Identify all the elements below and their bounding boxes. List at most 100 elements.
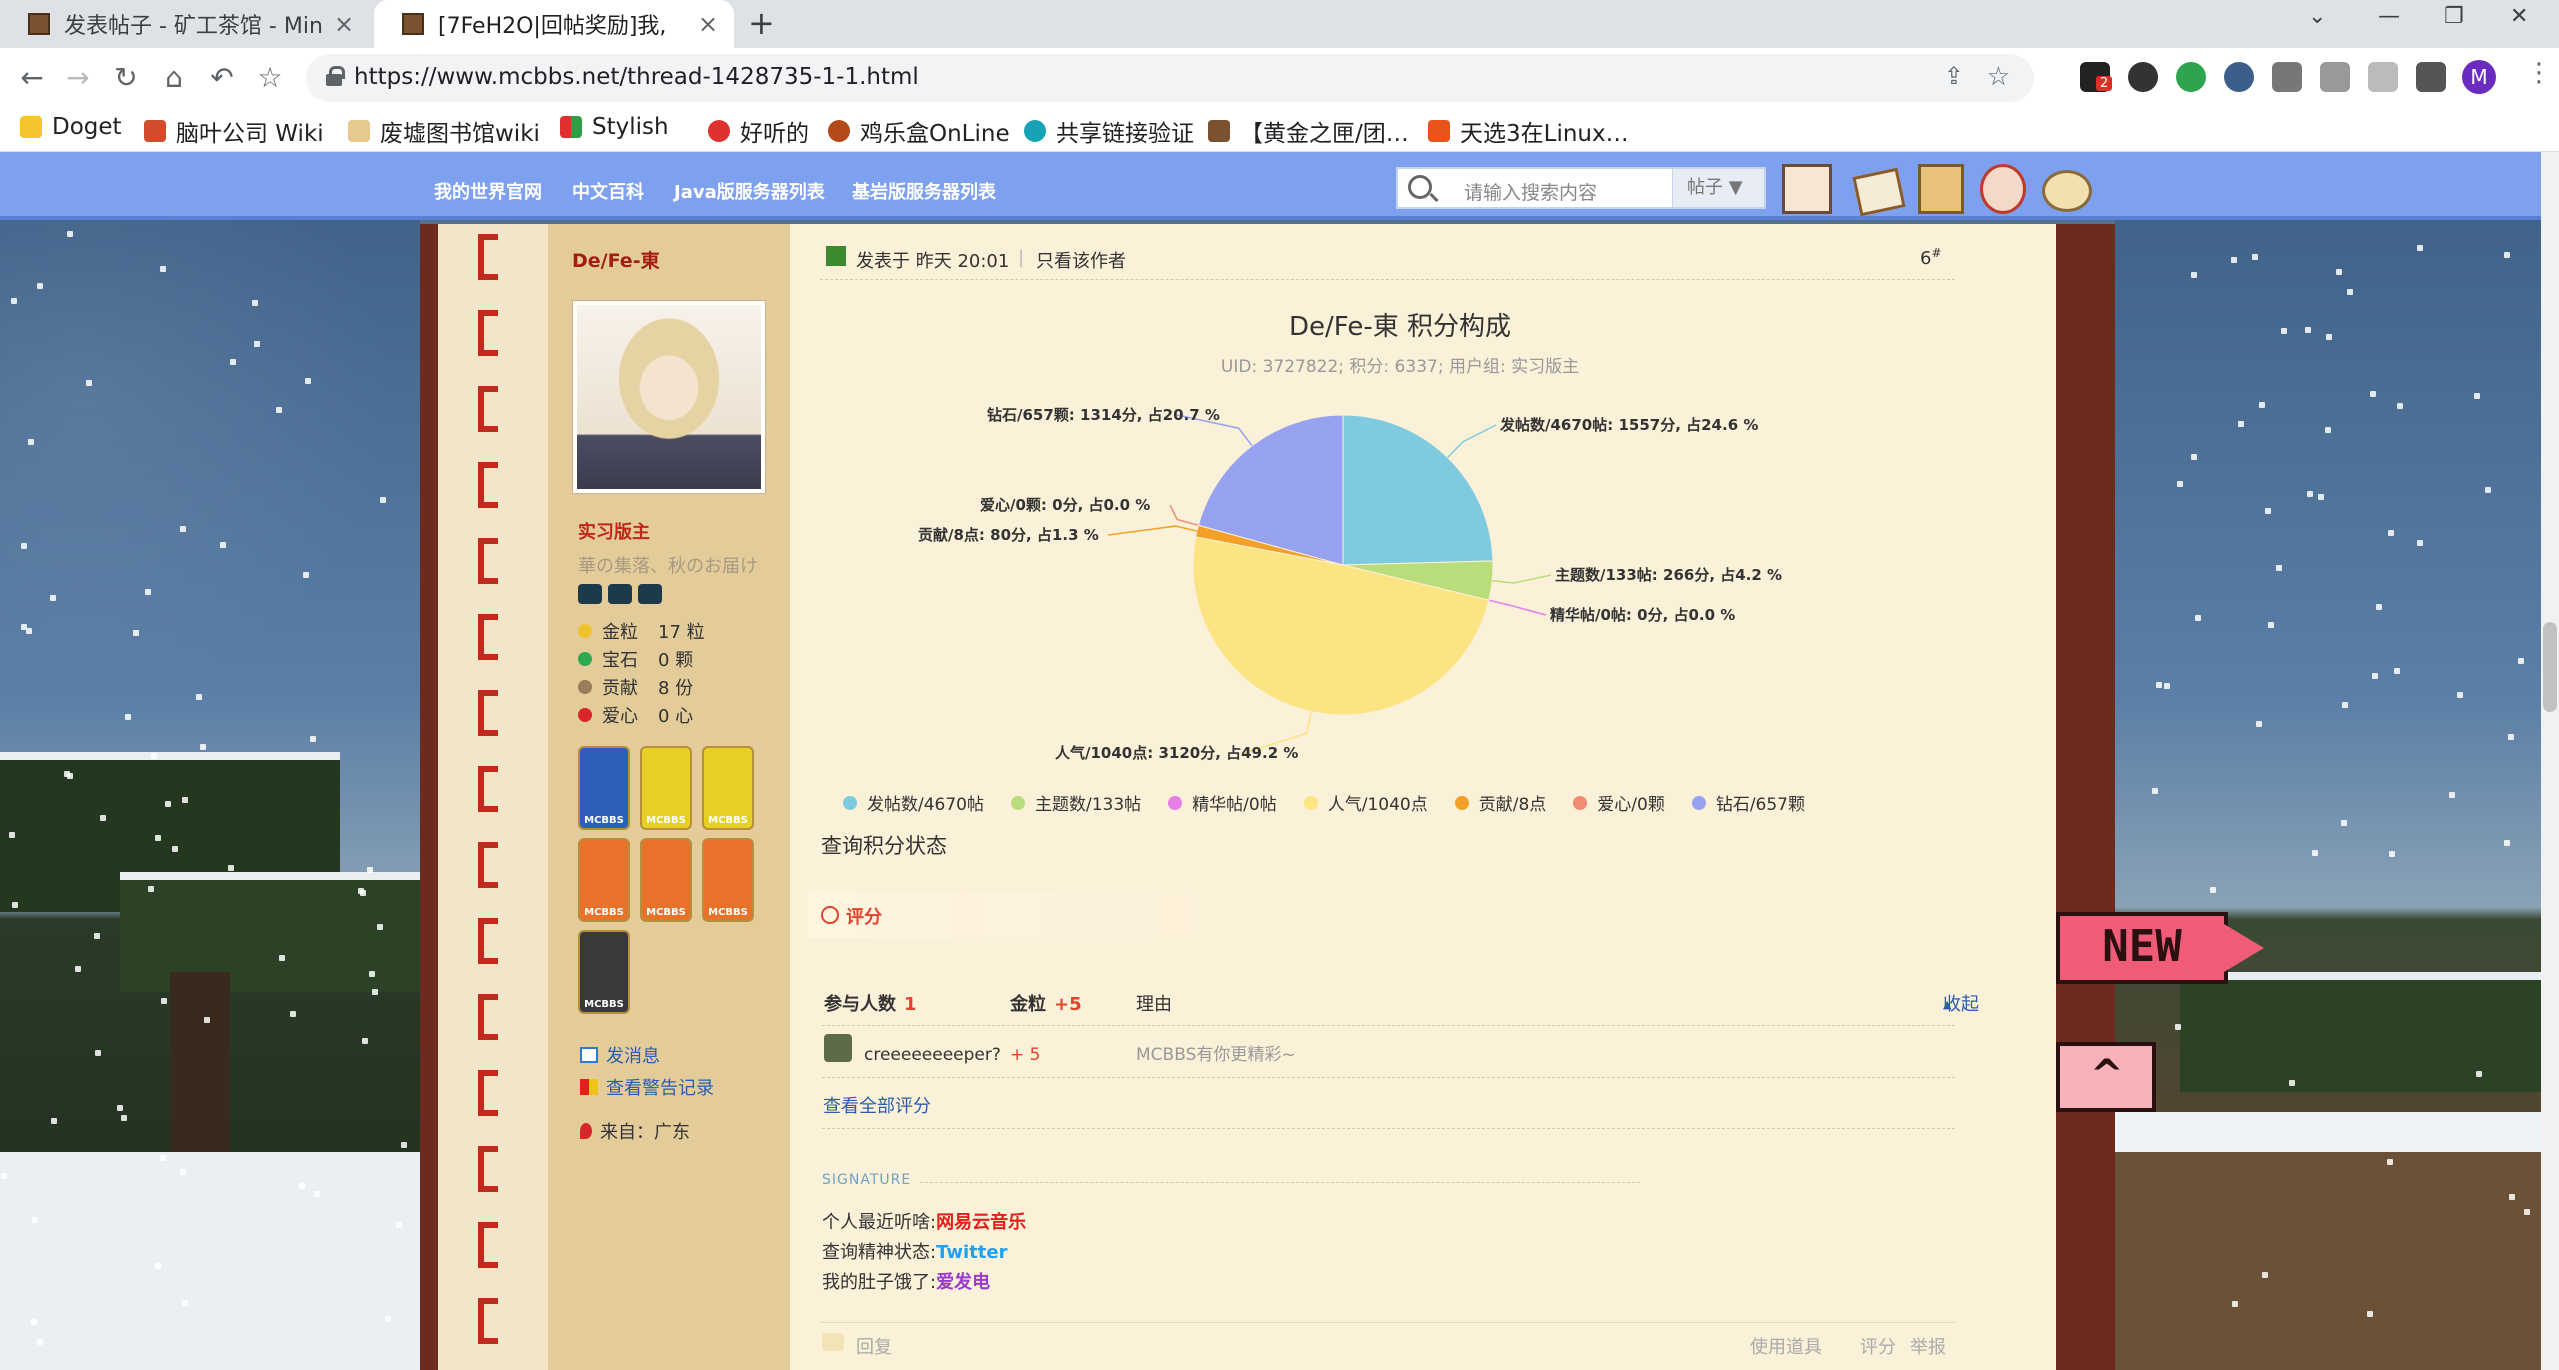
profile-avatar[interactable]: M bbox=[2462, 60, 2496, 94]
share-icon[interactable]: ⇪ bbox=[1944, 62, 1964, 90]
signature-link[interactable]: Twitter bbox=[936, 1242, 1007, 1263]
snowflake bbox=[298, 1183, 305, 1190]
signature-link[interactable]: 网易云音乐 bbox=[936, 1212, 1026, 1233]
close-tab-icon[interactable]: × bbox=[328, 10, 360, 38]
legend-item[interactable]: 钻石/657颗 bbox=[1691, 790, 1805, 815]
rater-name[interactable]: creeeeeeeeper? bbox=[864, 1034, 1001, 1076]
medal-badge[interactable]: MCBBS bbox=[702, 838, 754, 922]
bookmark-item[interactable]: 【黄金之匣/团… bbox=[1208, 114, 1409, 148]
crafting-table-icon[interactable] bbox=[1918, 164, 1964, 214]
close-tab-icon[interactable]: × bbox=[692, 10, 724, 38]
download-icon[interactable] bbox=[2368, 62, 2398, 92]
menu-icon[interactable]: ⋮ bbox=[2526, 58, 2552, 88]
bookmark-item[interactable]: Stylish bbox=[560, 114, 669, 140]
legend-item[interactable]: 主题数/133帖 bbox=[1011, 790, 1141, 815]
floor-number[interactable]: 6# bbox=[1920, 246, 1942, 269]
use-tool-button[interactable]: 使用道具 bbox=[1750, 1333, 1822, 1359]
scrollbar[interactable] bbox=[2541, 152, 2559, 1370]
only-author-link[interactable]: 只看该作者 bbox=[1036, 247, 1126, 273]
snowflake bbox=[2367, 1310, 2374, 1317]
medal-badge[interactable]: MCBBS bbox=[640, 838, 692, 922]
snowflake bbox=[31, 1216, 38, 1223]
crop-icon[interactable] bbox=[2320, 62, 2350, 92]
bookmark-item[interactable]: 鸡乐盒OnLine bbox=[828, 114, 1010, 148]
tab-post-editor[interactable]: 发表帖子 - 矿工茶馆 - Min × bbox=[0, 0, 370, 48]
snowflake bbox=[2324, 427, 2331, 434]
author-avatar[interactable] bbox=[572, 300, 766, 494]
new-tab-button[interactable]: + bbox=[748, 4, 775, 42]
snowflake bbox=[94, 933, 101, 940]
bookmark-item[interactable]: 废墟图书馆wiki bbox=[348, 114, 540, 148]
legend-item[interactable]: 精华帖/0帖 bbox=[1168, 790, 1277, 815]
signature-link[interactable]: 爱发电 bbox=[936, 1272, 990, 1293]
forward-button[interactable]: → bbox=[60, 60, 96, 96]
side-panel-icon[interactable] bbox=[2416, 62, 2446, 92]
undo-close-icon[interactable]: ↶ bbox=[204, 60, 240, 96]
snow-layer bbox=[2115, 1112, 2559, 1152]
snowflake bbox=[2417, 245, 2424, 252]
medal-badge[interactable]: MCBBS bbox=[578, 746, 630, 830]
rate-button[interactable]: 评分 bbox=[1860, 1333, 1896, 1359]
legend-item[interactable]: 人气/1040点 bbox=[1303, 790, 1428, 815]
close-window-button[interactable]: ✕ bbox=[2510, 4, 2528, 29]
extensions-puzzle-icon[interactable] bbox=[2272, 62, 2302, 92]
notification-icon[interactable] bbox=[1980, 164, 2026, 214]
snowflake bbox=[2281, 327, 2288, 334]
maximize-button[interactable]: ❐ bbox=[2444, 4, 2464, 29]
site-search[interactable]: 请输入搜索内容 帖子 ▼ bbox=[1396, 167, 1766, 209]
tab-strip: 发表帖子 - 矿工茶馆 - Min × [7FeH2O|回帖奖励]我, × + … bbox=[0, 0, 2559, 48]
medal-badge[interactable]: MCBBS bbox=[578, 838, 630, 922]
legend-item[interactable]: 发帖数/4670帖 bbox=[843, 790, 984, 815]
search-icon bbox=[1408, 175, 1432, 199]
bookmark-page-icon[interactable]: ☆ bbox=[1987, 62, 2010, 92]
stat-love: 爱心 0 心 bbox=[578, 702, 693, 728]
rating-tab[interactable]: 评分 bbox=[846, 903, 882, 929]
bookmark-star-icon[interactable]: ☆ bbox=[252, 60, 288, 96]
legend-label: 精华帖/0帖 bbox=[1192, 795, 1277, 815]
warning-records-link[interactable]: 查看警告记录 bbox=[580, 1074, 714, 1100]
reply-button[interactable]: 回复 bbox=[856, 1333, 892, 1359]
reload-button[interactable]: ↻ bbox=[108, 60, 144, 96]
tab-thread[interactable]: [7FeH2O|回帖奖励]我, × bbox=[374, 0, 734, 48]
send-message-link[interactable]: 发消息 bbox=[580, 1042, 660, 1068]
new-thread-button[interactable]: NEW bbox=[2056, 912, 2264, 984]
extension-icon[interactable] bbox=[2224, 62, 2254, 92]
bookmark-item[interactable]: 好听的 bbox=[708, 114, 809, 148]
legend-swatch bbox=[843, 795, 857, 810]
nav-link[interactable]: 我的世界官网 bbox=[434, 178, 542, 204]
bookmark-item[interactable]: 脑叶公司 Wiki bbox=[144, 114, 324, 148]
legend-item[interactable]: 爱心/0颗 bbox=[1573, 790, 1665, 815]
report-button[interactable]: 举报 bbox=[1910, 1333, 1946, 1359]
user-avatar-icon[interactable] bbox=[1782, 164, 1832, 214]
nav-link[interactable]: 中文百科 bbox=[572, 178, 644, 204]
url-text: https://www.mcbbs.net/thread-1428735-1-1… bbox=[354, 64, 919, 90]
legend-item[interactable]: 贡献/8点 bbox=[1454, 790, 1546, 815]
query-points-link[interactable]: 查询积分状态 bbox=[821, 830, 947, 860]
frame-ornament bbox=[478, 386, 498, 432]
extension-icon[interactable] bbox=[2128, 62, 2158, 92]
back-button[interactable]: ← bbox=[14, 60, 50, 96]
palette-icon[interactable] bbox=[2042, 170, 2092, 212]
extension-icon[interactable] bbox=[2176, 62, 2206, 92]
nav-link[interactable]: Java版服务器列表 bbox=[674, 178, 825, 204]
nav-link[interactable]: 基岩版服务器列表 bbox=[852, 178, 996, 204]
medal-badge[interactable]: MCBBS bbox=[578, 930, 630, 1014]
frame-ornament bbox=[478, 614, 498, 660]
tab-search-icon[interactable]: ⌄ bbox=[2308, 4, 2326, 29]
bookmark-item[interactable]: 共享链接验证 bbox=[1024, 114, 1194, 148]
home-button[interactable]: ⌂ bbox=[156, 60, 192, 96]
snowflake bbox=[2258, 402, 2265, 409]
back-to-top-button[interactable] bbox=[2056, 1042, 2156, 1112]
bookmark-item[interactable]: 天选3在Linux… bbox=[1428, 114, 1629, 148]
rater-avatar[interactable] bbox=[824, 1034, 852, 1062]
minimize-button[interactable]: — bbox=[2378, 4, 2400, 29]
snowflake bbox=[132, 630, 139, 637]
medal-badge[interactable]: MCBBS bbox=[640, 746, 692, 830]
search-scope-select[interactable]: 帖子 ▼ bbox=[1672, 169, 1764, 207]
author-name[interactable]: De/Fe-東 bbox=[572, 246, 660, 273]
scrollbar-thumb[interactable] bbox=[2543, 622, 2557, 712]
bookmark-item[interactable]: Doget bbox=[20, 114, 122, 140]
address-bar[interactable]: https://www.mcbbs.net/thread-1428735-1-1… bbox=[306, 54, 2034, 102]
view-all-ratings-link[interactable]: 查看全部评分 bbox=[823, 1092, 931, 1118]
medal-badge[interactable]: MCBBS bbox=[702, 746, 754, 830]
